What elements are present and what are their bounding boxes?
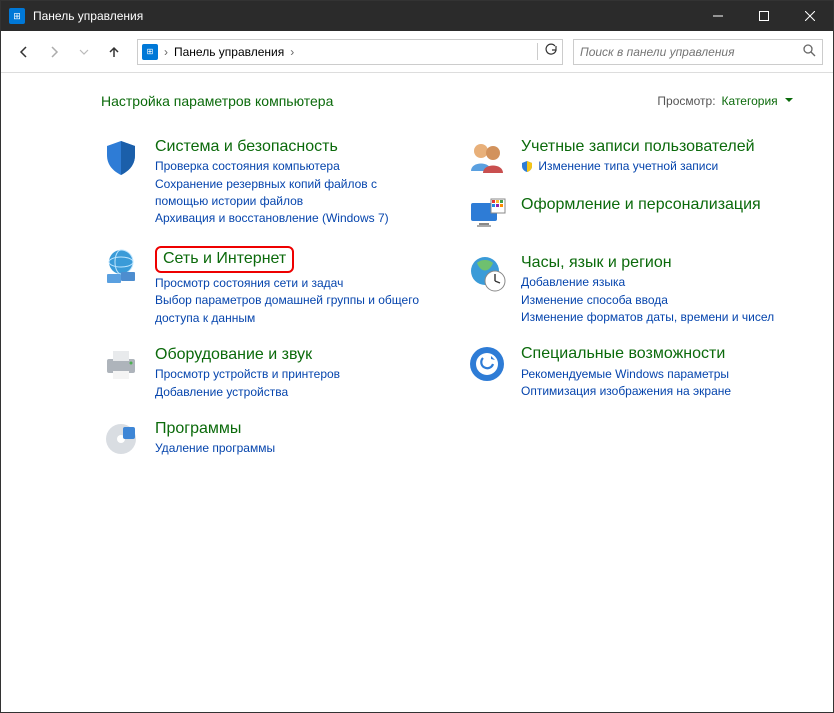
shield-icon	[101, 137, 141, 177]
link-recommended-settings[interactable]: Рекомендуемые Windows параметры	[521, 366, 731, 383]
uac-shield-icon	[521, 160, 533, 172]
link-devices-printers[interactable]: Просмотр устройств и принтеров	[155, 366, 340, 383]
view-mode-text: Категория	[722, 94, 778, 108]
ease-of-access-icon	[467, 344, 507, 384]
search-box[interactable]	[573, 39, 823, 65]
clock-globe-icon	[467, 253, 507, 293]
link-change-input[interactable]: Изменение способа ввода	[521, 292, 774, 309]
category-network-internet[interactable]: Сеть и Интернет	[155, 246, 294, 273]
refresh-button[interactable]	[537, 43, 558, 60]
programs-disc-icon	[101, 419, 141, 459]
close-button[interactable]	[787, 1, 833, 31]
category-programs[interactable]: Программы	[155, 419, 241, 438]
chevron-right-icon[interactable]: ›	[290, 45, 294, 59]
link-network-status[interactable]: Просмотр состояния сети и задач	[155, 275, 427, 292]
chevron-right-icon[interactable]: ›	[164, 45, 168, 59]
printer-icon	[101, 345, 141, 385]
view-mode-dropdown[interactable]: Категория	[722, 94, 793, 108]
minimize-button[interactable]	[695, 1, 741, 31]
category-hardware-sound[interactable]: Оборудование и звук	[155, 345, 312, 364]
link-uninstall-program[interactable]: Удаление программы	[155, 440, 275, 457]
window-title: Панель управления	[33, 9, 695, 23]
category-personalization[interactable]: Оформление и персонализация	[521, 195, 761, 214]
globe-network-icon	[101, 246, 141, 286]
chevron-down-icon	[785, 98, 793, 106]
up-button[interactable]	[101, 39, 127, 65]
address-bar[interactable]: ⊞ › Панель управления ›	[137, 39, 563, 65]
control-panel-icon: ⊞	[142, 44, 158, 60]
maximize-button[interactable]	[741, 1, 787, 31]
link-file-history[interactable]: Сохранение резервных копий файлов с помо…	[155, 176, 427, 211]
view-label: Просмотр:	[657, 94, 715, 108]
link-optimize-display[interactable]: Оптимизация изображения на экране	[521, 383, 731, 400]
forward-button[interactable]	[41, 39, 67, 65]
breadcrumb-control-panel[interactable]: Панель управления	[174, 45, 284, 59]
link-add-device[interactable]: Добавление устройства	[155, 384, 340, 401]
control-panel-icon: ⊞	[9, 8, 25, 24]
monitor-personalization-icon	[467, 195, 507, 235]
category-system-security[interactable]: Система и безопасность	[155, 137, 338, 156]
link-add-language[interactable]: Добавление языка	[521, 274, 774, 291]
link-change-formats[interactable]: Изменение форматов даты, времени и чисел	[521, 309, 774, 326]
link-homegroup[interactable]: Выбор параметров домашней группы и общег…	[155, 292, 427, 327]
category-user-accounts[interactable]: Учетные записи пользователей	[521, 137, 755, 156]
link-backup-restore[interactable]: Архивация и восстановление (Windows 7)	[155, 210, 427, 227]
search-icon[interactable]	[802, 43, 816, 60]
search-input[interactable]	[580, 45, 796, 59]
page-title: Настройка параметров компьютера	[101, 93, 657, 109]
users-icon	[467, 137, 507, 177]
back-button[interactable]	[11, 39, 37, 65]
recent-button[interactable]	[71, 39, 97, 65]
category-clock-language-region[interactable]: Часы, язык и регион	[521, 253, 672, 272]
link-check-status[interactable]: Проверка состояния компьютера	[155, 158, 427, 175]
link-change-account-type[interactable]: Изменение типа учетной записи	[521, 158, 755, 175]
category-ease-of-access[interactable]: Специальные возможности	[521, 344, 725, 363]
